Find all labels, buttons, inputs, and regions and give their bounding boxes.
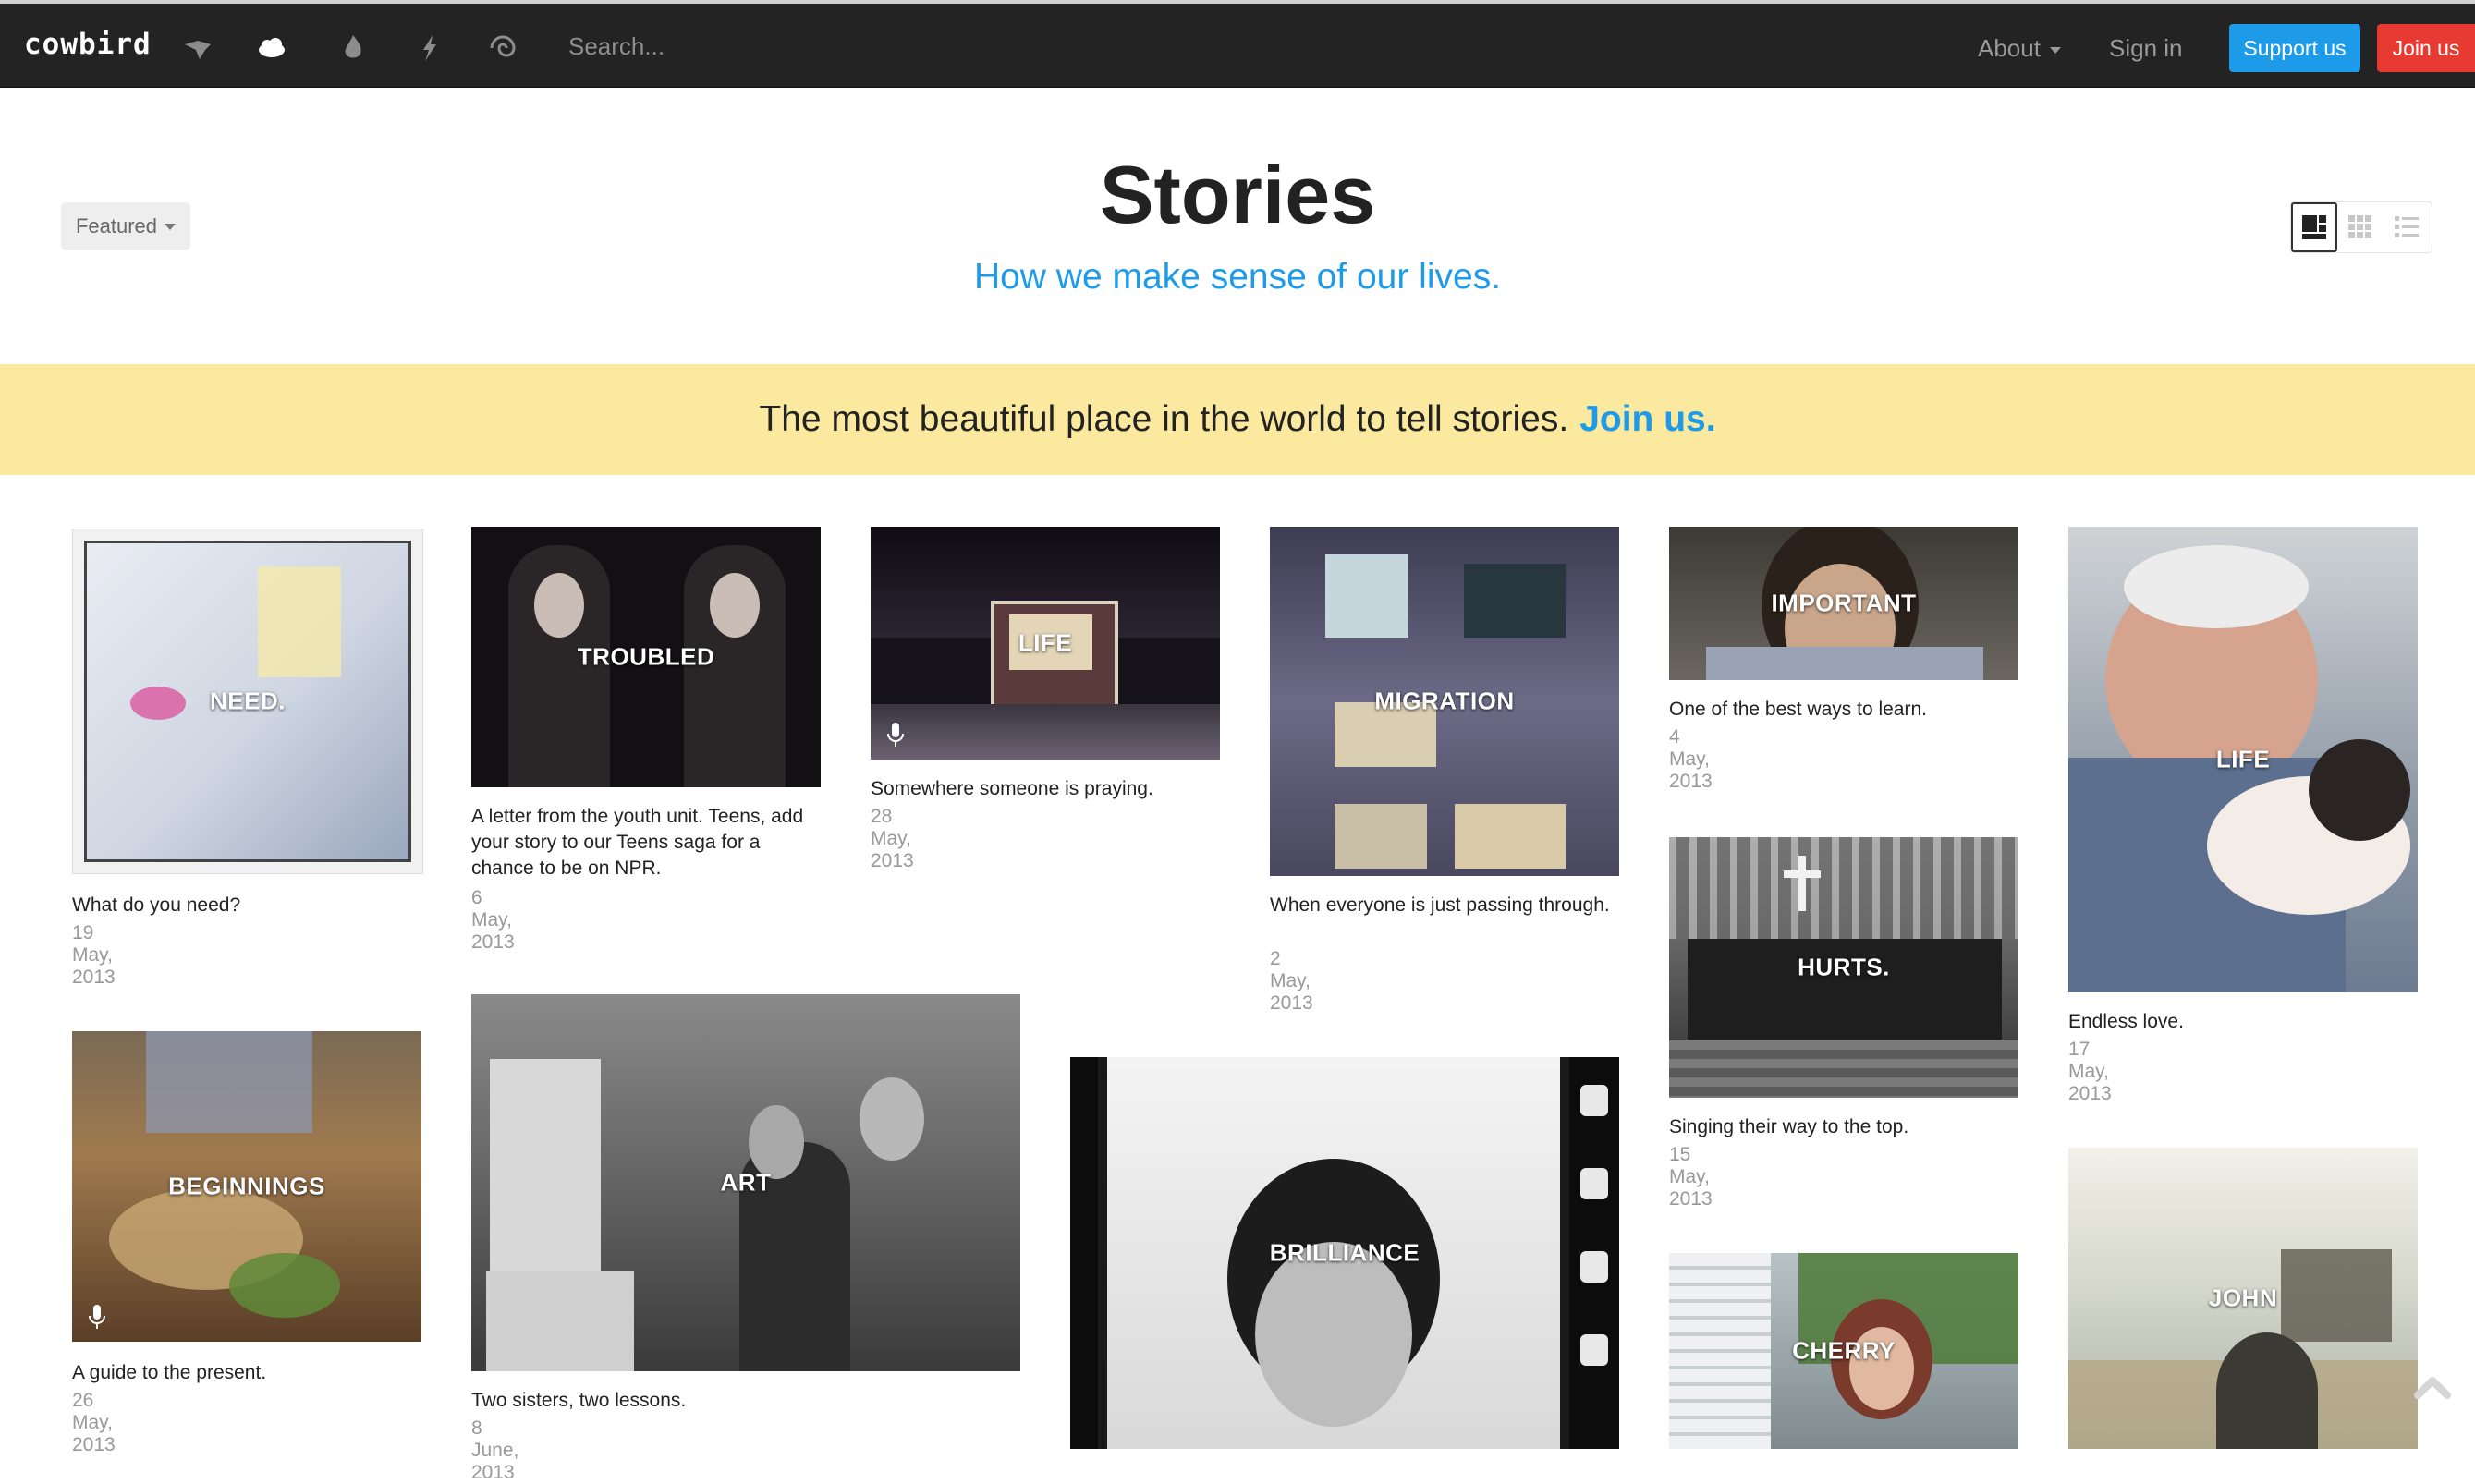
story-date: 2 May, 2013	[1270, 948, 1313, 1014]
about-menu[interactable]: About	[1978, 34, 2061, 63]
microphone-icon	[89, 1305, 105, 1329]
story-thumbnail[interactable]: HURTS.	[1669, 837, 2018, 1098]
story-date: 4 May, 2013	[1669, 726, 1713, 792]
top-nav: cowbird About Sign in Support us Join us	[0, 4, 2475, 88]
story-date: 8 June, 2013	[471, 1417, 519, 1483]
story-caption[interactable]: What do you need?	[72, 893, 421, 918]
story-caption[interactable]: Singing their way to the top.	[1669, 1114, 2020, 1140]
story-date: 6 May, 2013	[471, 887, 515, 953]
fire-icon[interactable]	[336, 31, 370, 65]
story-tag: MIGRATION	[1374, 687, 1515, 715]
story-thumbnail[interactable]: MIGRATION	[1270, 527, 1619, 876]
story-thumbnail[interactable]: NEED.	[72, 529, 423, 874]
chevron-down-icon	[2049, 46, 2061, 54]
bird-icon[interactable]	[181, 31, 214, 65]
story-caption[interactable]: Two sisters, two lessons.	[471, 1388, 1020, 1414]
scroll-up-arrow-icon[interactable]	[2410, 1368, 2455, 1412]
view-toggle	[2290, 201, 2432, 253]
logo[interactable]: cowbird	[24, 28, 152, 61]
story-date: 17 May, 2013	[2068, 1039, 2112, 1104]
support-button[interactable]: Support us	[2229, 24, 2360, 72]
story-thumbnail[interactable]: TROUBLED	[471, 527, 821, 787]
banner-text: The most beautiful place in the world to…	[759, 399, 1569, 439]
story-tag: IMPORTANT	[1771, 589, 1917, 617]
story-thumbnail[interactable]: IMPORTANT	[1669, 527, 2018, 680]
story-caption[interactable]: A letter from the youth unit. Teens, add…	[471, 804, 823, 882]
banner-join-link[interactable]: Join us.	[1579, 399, 1715, 440]
story-date: 28 May, 2013	[871, 806, 914, 871]
story-caption[interactable]: When everyone is just passing through.	[1270, 893, 1621, 918]
story-tag: TROUBLED	[577, 642, 715, 671]
story-thumbnail[interactable]: LIFE	[871, 527, 1220, 760]
story-thumbnail[interactable]: JOHN	[2068, 1148, 2418, 1449]
lightning-icon[interactable]	[412, 31, 445, 65]
mosaic-view-icon[interactable]	[2291, 202, 2337, 252]
story-thumbnail[interactable]: LIFE	[2068, 527, 2418, 992]
story-tag: LIFE	[2215, 745, 2271, 773]
cloud-icon[interactable]	[255, 31, 288, 65]
story-date: 26 May, 2013	[72, 1390, 116, 1455]
story-caption[interactable]: One of the best ways to learn.	[1669, 697, 2020, 723]
list-view-icon[interactable]	[2384, 202, 2430, 252]
grid-view-icon[interactable]	[2337, 202, 2384, 252]
about-label: About	[1978, 34, 2041, 62]
join-button[interactable]: Join us	[2377, 24, 2475, 72]
story-tag: ART	[720, 1168, 772, 1197]
story-caption[interactable]: Somewhere someone is praying.	[871, 776, 1222, 802]
story-tag: NEED.	[210, 687, 286, 715]
story-tag: CHERRY	[1792, 1336, 1896, 1365]
story-caption[interactable]: Endless love.	[2068, 1009, 2420, 1035]
story-thumbnail[interactable]: BEGINNINGS	[72, 1031, 421, 1342]
page-title: Stories	[1099, 149, 1376, 240]
story-thumbnail[interactable]: ART	[471, 994, 1020, 1371]
story-tag: BEGINNINGS	[168, 1172, 325, 1200]
story-tag: JOHN	[2208, 1283, 2278, 1312]
story-tag: LIFE	[1018, 628, 1073, 657]
microphone-icon	[887, 723, 904, 747]
story-date: 19 May, 2013	[72, 922, 116, 988]
story-caption[interactable]: A guide to the present.	[72, 1360, 421, 1386]
story-thumbnail[interactable]: CHERRY	[1669, 1253, 2018, 1449]
sign-in-link[interactable]: Sign in	[2109, 34, 2183, 63]
story-thumbnail[interactable]: BRILLIANCE	[1070, 1057, 1619, 1449]
story-tag: BRILLIANCE	[1269, 1238, 1420, 1267]
join-banner: The most beautiful place in the world to…	[0, 364, 2475, 475]
page-subtitle: How we make sense of our lives.	[973, 257, 1502, 297]
story-tag: HURTS.	[1798, 953, 1890, 981]
story-date: 15 May, 2013	[1669, 1144, 1713, 1210]
swirl-icon[interactable]	[486, 31, 519, 65]
search-input[interactable]	[567, 24, 958, 68]
